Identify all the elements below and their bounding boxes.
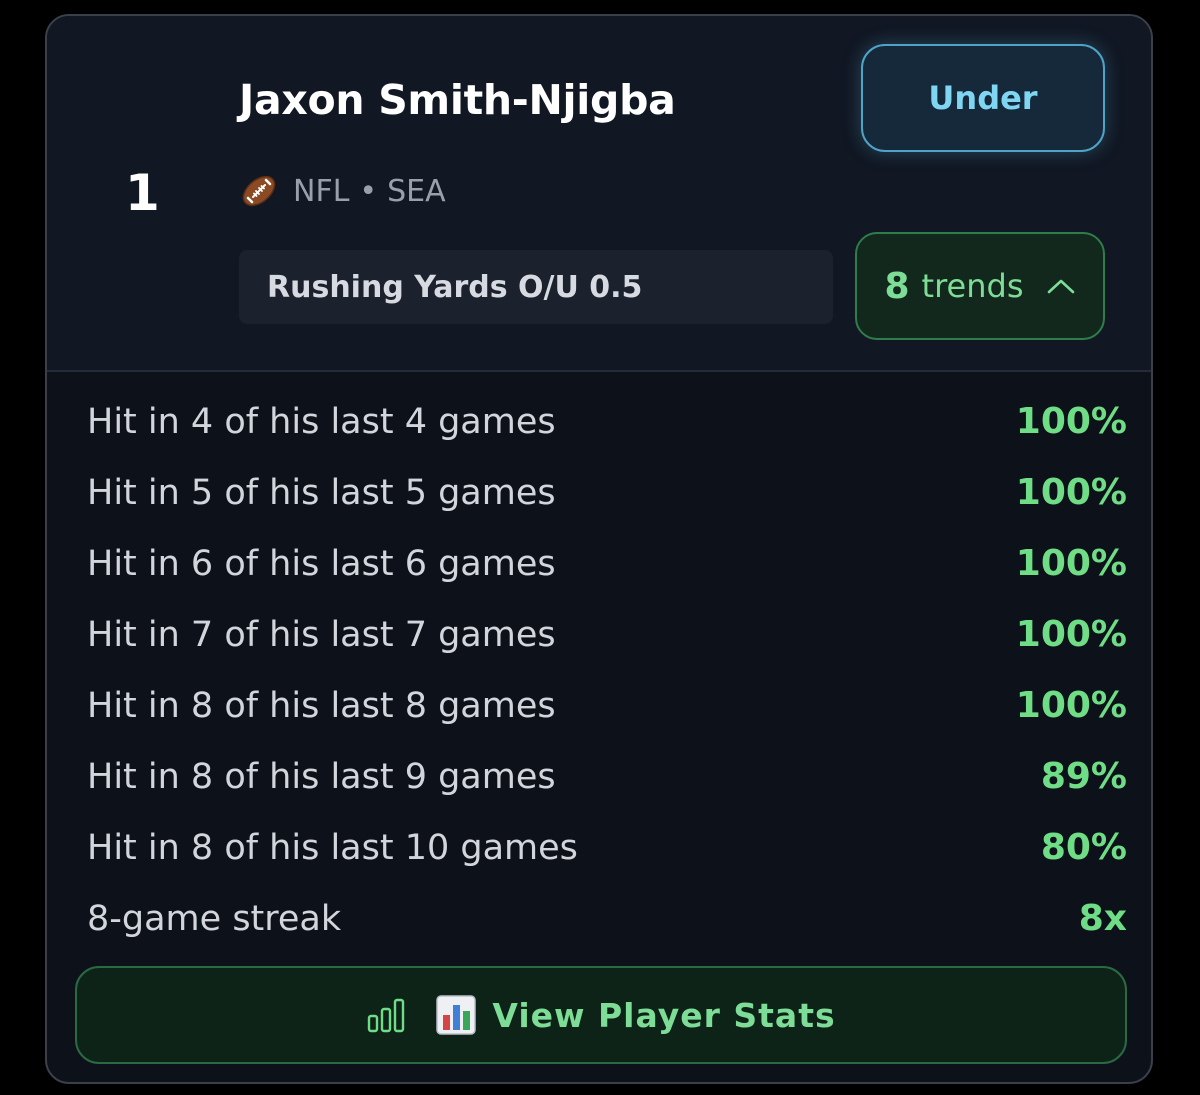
- trend-row: Hit in 5 of his last 5 games 100%: [87, 457, 1127, 528]
- trend-row: Hit in 8 of his last 10 games 80%: [87, 812, 1127, 883]
- trend-row: Hit in 8 of his last 8 games 100%: [87, 670, 1127, 741]
- league-label: NFL: [293, 173, 350, 209]
- prop-line-label: Rushing Yards O/U 0.5: [239, 250, 833, 324]
- trend-text: Hit in 8 of his last 8 games: [87, 685, 556, 726]
- card-header: 1 Jaxon Smith-Njigba NFL • SEA Rushing Y…: [47, 16, 1151, 372]
- bar-chart-emoji-icon: [436, 995, 477, 1035]
- trend-row: Hit in 8 of his last 9 games 89%: [87, 741, 1127, 812]
- player-meta: NFL • SEA: [239, 171, 446, 211]
- trend-row: Hit in 4 of his last 4 games 100%: [87, 386, 1127, 457]
- rank-number: 1: [125, 164, 160, 222]
- trend-row: 8-game streak 8x: [87, 883, 1127, 954]
- view-player-stats-button[interactable]: View Player Stats: [75, 966, 1127, 1064]
- trend-value: 80%: [1040, 827, 1127, 868]
- bar-chart-outline-icon: [368, 998, 405, 1033]
- trend-text: Hit in 5 of his last 5 games: [87, 472, 556, 513]
- trends-count: 8: [884, 265, 910, 307]
- trend-text: Hit in 4 of his last 4 games: [87, 401, 556, 442]
- trend-value: 100%: [1015, 472, 1127, 513]
- under-pick-button[interactable]: Under: [861, 44, 1105, 152]
- view-player-stats-label: View Player Stats: [492, 995, 836, 1035]
- trend-value: 8x: [1078, 898, 1127, 939]
- trend-value: 100%: [1015, 543, 1127, 584]
- chevron-up-icon: [1047, 279, 1074, 294]
- football-icon: [242, 175, 276, 207]
- trend-text: Hit in 8 of his last 10 games: [87, 827, 578, 868]
- team-label: SEA: [387, 173, 446, 209]
- trend-text: Hit in 7 of his last 7 games: [87, 614, 556, 655]
- trend-text: Hit in 8 of his last 9 games: [87, 756, 556, 797]
- trend-row: Hit in 6 of his last 6 games 100%: [87, 528, 1127, 599]
- trend-value: 89%: [1040, 756, 1127, 797]
- meta-separator: •: [359, 173, 378, 209]
- player-prop-card: 1 Jaxon Smith-Njigba NFL • SEA Rushing Y…: [45, 14, 1153, 1084]
- trend-row: Hit in 7 of his last 7 games 100%: [87, 599, 1127, 670]
- trend-text: 8-game streak: [87, 898, 342, 939]
- trend-list: Hit in 4 of his last 4 games 100% Hit in…: [87, 386, 1127, 954]
- trend-value: 100%: [1015, 685, 1127, 726]
- trend-text: Hit in 6 of his last 6 games: [87, 543, 556, 584]
- trend-value: 100%: [1015, 401, 1127, 442]
- trends-label: trends: [921, 267, 1024, 305]
- trends-toggle-button[interactable]: 8 trends: [855, 232, 1105, 340]
- trend-value: 100%: [1015, 614, 1127, 655]
- player-name: Jaxon Smith-Njigba: [239, 76, 676, 124]
